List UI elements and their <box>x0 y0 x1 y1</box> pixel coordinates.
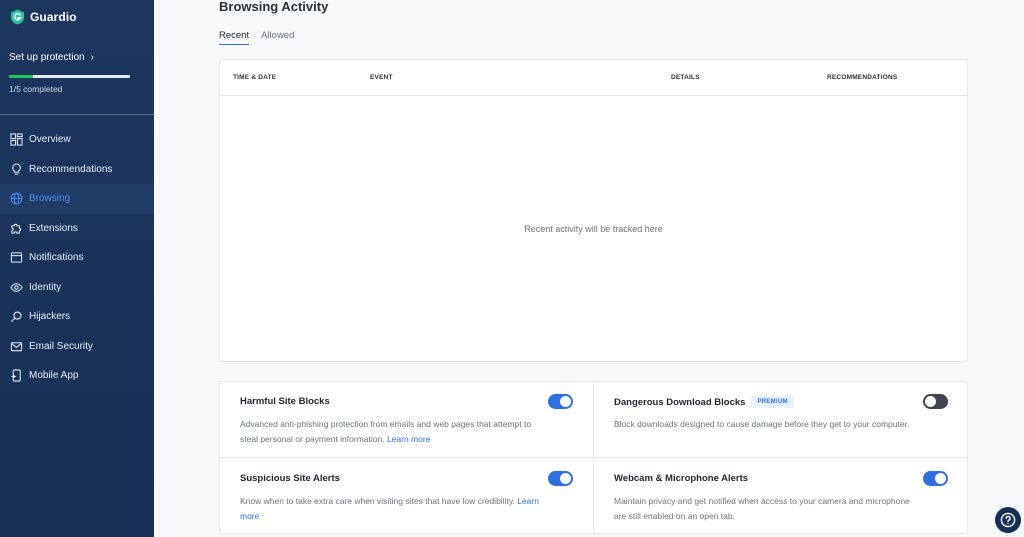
card-webcam-microphone-alerts: Webcam & Microphone Alerts Maintain priv… <box>594 459 968 535</box>
brand[interactable]: Guardio <box>10 9 77 25</box>
sidebar-item-recommendations[interactable]: Recommendations <box>0 155 154 185</box>
sidebar-item-identity[interactable]: Identity <box>0 273 154 303</box>
card-description: Know when to take extra care when visiti… <box>240 494 540 524</box>
card-description: Block downloads designed to cause damage… <box>614 417 914 432</box>
globe-icon <box>10 192 23 205</box>
sidebar: Guardio Set up protection › 1/5 complete… <box>0 0 154 537</box>
page-title: Browsing Activity <box>219 0 329 14</box>
window-icon <box>10 252 23 263</box>
card-harmful-site-blocks: Harmful Site Blocks Advanced anti-phishi… <box>220 382 594 458</box>
premium-badge: PREMIUM <box>751 396 794 408</box>
toggle-knob <box>925 396 936 407</box>
sidebar-item-label: Browsing <box>29 193 71 205</box>
card-title: Webcam & Microphone Alerts <box>614 473 748 484</box>
column-event[interactable]: EVENT <box>370 74 393 81</box>
card-description-text: Maintain privacy and get notified when a… <box>614 496 910 521</box>
chevron-right-icon: › <box>90 52 94 63</box>
mobile-icon <box>11 369 21 382</box>
puzzle-icon <box>11 223 22 234</box>
setup-progress-bar <box>9 75 130 78</box>
lightbulb-icon <box>12 163 21 175</box>
setup-progress-text: 1/5 completed <box>9 84 63 94</box>
sidebar-item-mobile-app[interactable]: Mobile App <box>0 361 154 391</box>
tab-recent[interactable]: Recent <box>219 30 250 45</box>
sidebar-item-overview[interactable]: Overview <box>0 125 154 155</box>
sidebar-item-hijackers[interactable]: Hijackers <box>0 302 154 332</box>
setup-progress-fill <box>9 75 34 78</box>
card-dangerous-download-blocks: Dangerous Download Blocks PREMIUM Block d… <box>594 382 968 458</box>
card-description-text: Advanced anti-phishing protection from e… <box>240 419 532 444</box>
card-title: Suspicious Site Alerts <box>240 473 340 484</box>
suspicious-site-alerts-toggle[interactable] <box>548 471 573 486</box>
card-suspicious-site-alerts: Suspicious Site Alerts Know when to take… <box>220 459 594 535</box>
column-time-date[interactable]: TIME & DATE <box>233 74 276 81</box>
brand-name: Guardio <box>30 10 77 24</box>
card-title: Harmful Site Blocks <box>240 396 330 407</box>
protection-settings: Harmful Site Blocks Advanced anti-phishi… <box>219 381 968 535</box>
sidebar-item-extensions[interactable]: Extensions <box>0 214 154 244</box>
sidebar-item-label: Recommendations <box>29 163 113 175</box>
sidebar-item-label: Email Security <box>29 340 93 352</box>
card-title-text: Suspicious Site Alerts <box>240 473 340 484</box>
card-title: Dangerous Download Blocks PREMIUM <box>614 396 794 408</box>
card-description-text: Know when to take extra care when visiti… <box>240 496 515 506</box>
activity-table: TIME & DATE EVENT DETAILS RECOMMENDATION… <box>219 59 968 362</box>
card-description: Advanced anti-phishing protection from e… <box>240 417 540 447</box>
sidebar-item-label: Overview <box>29 134 71 146</box>
sidebar-item-email-security[interactable]: Email Security <box>0 332 154 362</box>
grid-icon <box>10 133 23 146</box>
activity-tabs: Recent Allowed <box>219 30 306 45</box>
column-details[interactable]: DETAILS <box>671 74 700 81</box>
guardio-logo-icon <box>10 9 25 25</box>
sidebar-nav: Overview Recommendations Browsing Extens… <box>0 125 154 391</box>
sidebar-item-label: Identity <box>29 281 62 293</box>
help-button[interactable] <box>995 507 1021 533</box>
setup-label: Set up protection <box>9 52 85 63</box>
sidebar-item-label: Notifications <box>29 252 84 264</box>
question-icon <box>1000 512 1016 528</box>
tab-allowed[interactable]: Allowed <box>261 30 294 45</box>
card-description: Maintain privacy and get notified when a… <box>614 494 914 524</box>
learn-more-link[interactable]: Learn more <box>387 434 430 444</box>
mail-icon <box>10 342 23 351</box>
sidebar-item-notifications[interactable]: Notifications <box>0 243 154 273</box>
search-icon <box>10 311 22 323</box>
harmful-site-blocks-toggle[interactable] <box>548 394 573 409</box>
table-empty-state: Recent activity will be tracked here <box>524 224 663 234</box>
eye-icon <box>10 283 23 292</box>
column-recommendations[interactable]: RECOMMENDATIONS <box>827 74 897 81</box>
card-title-text: Dangerous Download Blocks <box>614 396 746 408</box>
sidebar-item-browsing[interactable]: Browsing <box>0 184 154 214</box>
card-title-text: Webcam & Microphone Alerts <box>614 473 749 484</box>
setup-protection-link[interactable]: Set up protection › <box>9 52 94 63</box>
toggle-knob <box>560 473 571 484</box>
sidebar-item-label: Mobile App <box>29 370 79 382</box>
card-title-text: Harmful Site Blocks <box>240 396 330 407</box>
card-description-text: Block downloads designed to cause damage… <box>614 419 910 429</box>
webcam-microphone-alerts-toggle[interactable] <box>923 471 948 486</box>
sidebar-item-label: Hijackers <box>29 311 71 323</box>
sidebar-item-label: Extensions <box>29 222 78 234</box>
toggle-knob <box>935 473 946 484</box>
dangerous-download-blocks-toggle[interactable] <box>923 394 948 409</box>
table-header: TIME & DATE EVENT DETAILS RECOMMENDATION… <box>220 60 967 96</box>
toggle-knob <box>560 396 571 407</box>
sidebar-divider <box>0 114 154 115</box>
